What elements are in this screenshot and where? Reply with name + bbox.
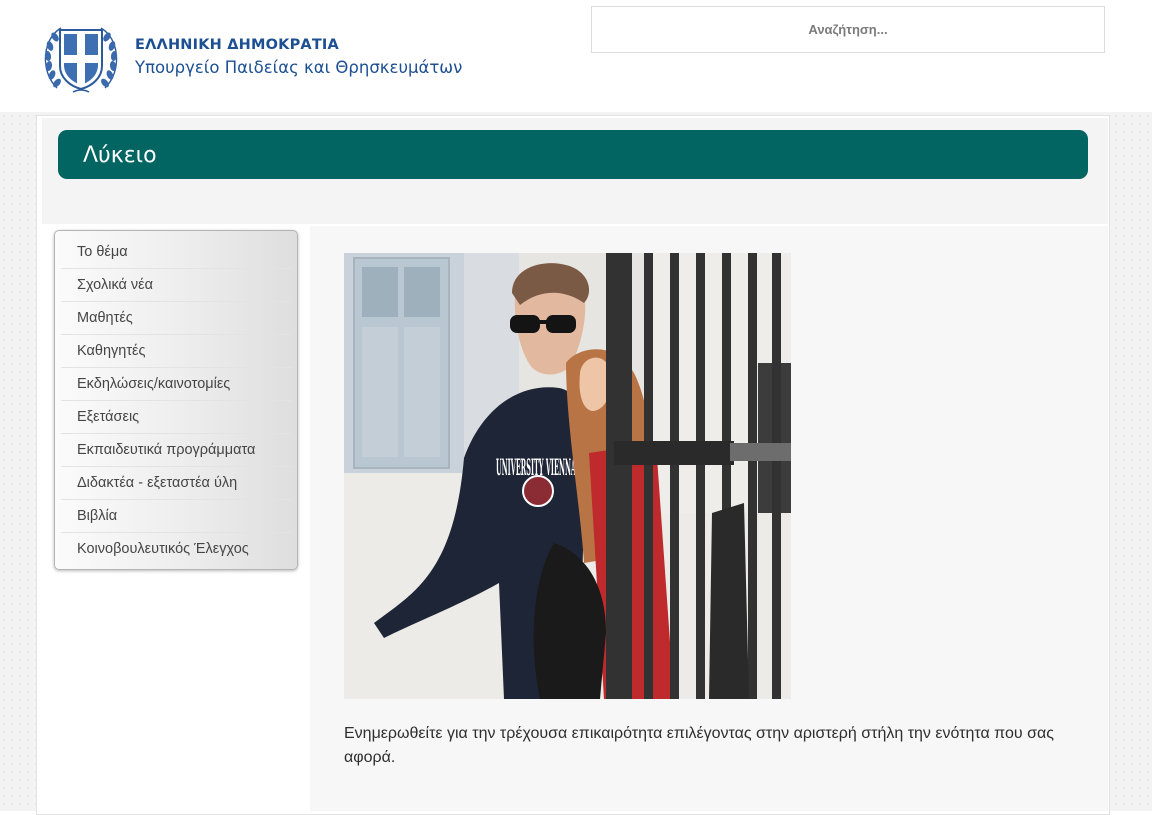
ministry-line1: ΕΛΛΗΝΙΚΗ ΔΗΜΟΚΡΑΤΙΑ [135,37,339,53]
page-title: Λύκειο [83,143,157,168]
sidebar-item-events[interactable]: Εκδηλώσεις/καινοτομίες [61,368,291,401]
intro-text: Ενημερωθείτε για την τρέχουσα επικαιρότη… [344,725,1054,766]
page-title-bar [58,130,1088,179]
search-input[interactable] [591,6,1105,53]
sidebar-item-exams[interactable]: Εξετάσεις [61,401,291,434]
students-photo-illustration: UNIVERSITY VIENNA [344,253,791,699]
ministry-name[interactable]: Υπουργείο Παιδείας και Θρησκευμάτων [135,58,462,77]
sidebar-item-school-news[interactable]: Σχολικά νέα [61,269,291,302]
sidebar-item-topic[interactable]: Το θέμα [61,236,291,269]
sidebar-item-students[interactable]: Μαθητές [61,302,291,335]
sidebar-menu: Το θέμα Σχολικά νέα Μαθητές Καθηγητές Εκ… [54,230,298,570]
students-photo: UNIVERSITY VIENNA [344,253,791,699]
sidebar-item-parliamentary-control[interactable]: Κοινοβουλευτικός Έλεγχος [61,533,291,566]
sidebar-item-educational-programs[interactable]: Εκπαιδευτικά προγράμματα [61,434,291,467]
sidebar-item-syllabus[interactable]: Διδακτέα - εξεταστέα ύλη [61,467,291,500]
site-header: ΕΛΛΗΝΙΚΗ ΔΗΜΟΚΡΑΤΙΑ Υπουργείο Παιδείας κ… [0,0,1152,112]
sidebar-item-teachers[interactable]: Καθηγητές [61,335,291,368]
greek-coat-of-arms-icon[interactable] [43,22,119,94]
sidebar-item-books[interactable]: Βιβλία [61,500,291,533]
